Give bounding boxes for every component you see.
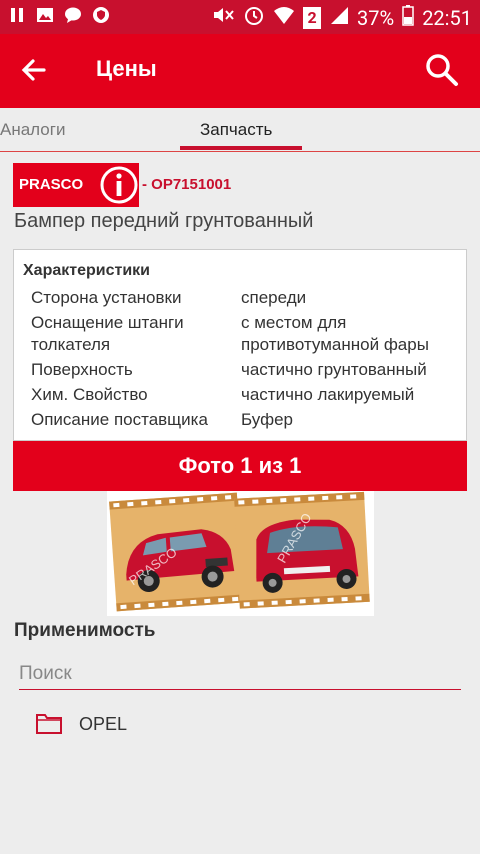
part-name: Бампер передний грунтованный — [14, 210, 314, 232]
characteristic-value: с местом для противотуманной фары — [241, 313, 429, 354]
characteristics-title: Характеристики — [23, 262, 151, 279]
characteristic-key: Оснащение штанги толкателя — [31, 313, 184, 354]
battery-icon — [402, 4, 414, 31]
characteristic-key: Описание поставщика — [31, 410, 208, 429]
arrow-left-icon[interactable] — [18, 54, 50, 86]
signal-icon — [329, 5, 349, 30]
part-number: - OP7151001 — [142, 176, 232, 193]
applicability-title: Применимость — [14, 620, 156, 641]
photo-counter-button[interactable]: Фото 1 из 1 — [13, 441, 467, 491]
characteristic-key: Хим. Свойство — [31, 385, 148, 404]
image-icon — [36, 6, 54, 24]
tab-analogs[interactable]: Аналоги — [0, 120, 65, 140]
characteristic-value: частично лакируемый — [241, 385, 415, 404]
characteristic-value: частично грунтованный — [241, 360, 427, 379]
message-icon — [64, 6, 82, 24]
wifi-icon — [273, 5, 295, 30]
page-title: Цены — [96, 56, 157, 81]
part-photo[interactable]: PRASCO PRASCO — [107, 491, 374, 616]
list-item[interactable]: OPEL — [34, 706, 454, 744]
tab-part[interactable]: Запчасть — [200, 120, 272, 140]
brand-label: PRASCO — [19, 176, 84, 193]
characteristic-key: Сторона установки — [31, 288, 182, 307]
status-bar-notifications — [8, 6, 110, 24]
battery-percent: 37% — [357, 5, 395, 30]
pause-icon — [8, 6, 26, 24]
search-icon[interactable] — [424, 52, 460, 88]
app-bar: Цены — [0, 34, 480, 108]
brand-badge[interactable]: PRASCO — [13, 163, 139, 207]
tab-bar: Аналоги Запчасть — [0, 108, 480, 152]
status-bar-system: 2 37% 22:51 — [211, 4, 472, 31]
alarm-icon — [243, 4, 265, 31]
shield-icon — [92, 6, 110, 24]
clock: 22:51 — [422, 5, 472, 30]
characteristic-value: спереди — [241, 288, 307, 307]
characteristic-key: Поверхность — [31, 360, 133, 379]
characteristic-value: Буфер — [241, 410, 293, 429]
folder-icon — [36, 712, 62, 734]
list-item-label: OPEL — [79, 714, 128, 734]
applicability-search-input[interactable] — [19, 658, 461, 690]
sim-indicator: 2 — [303, 6, 322, 29]
mute-icon — [211, 5, 235, 30]
tab-indicator — [180, 146, 302, 150]
info-icon[interactable] — [99, 165, 139, 205]
characteristics-card: Характеристики Сторона установки спереди… — [13, 249, 467, 441]
status-bar: 2 37% 22:51 — [0, 0, 480, 34]
